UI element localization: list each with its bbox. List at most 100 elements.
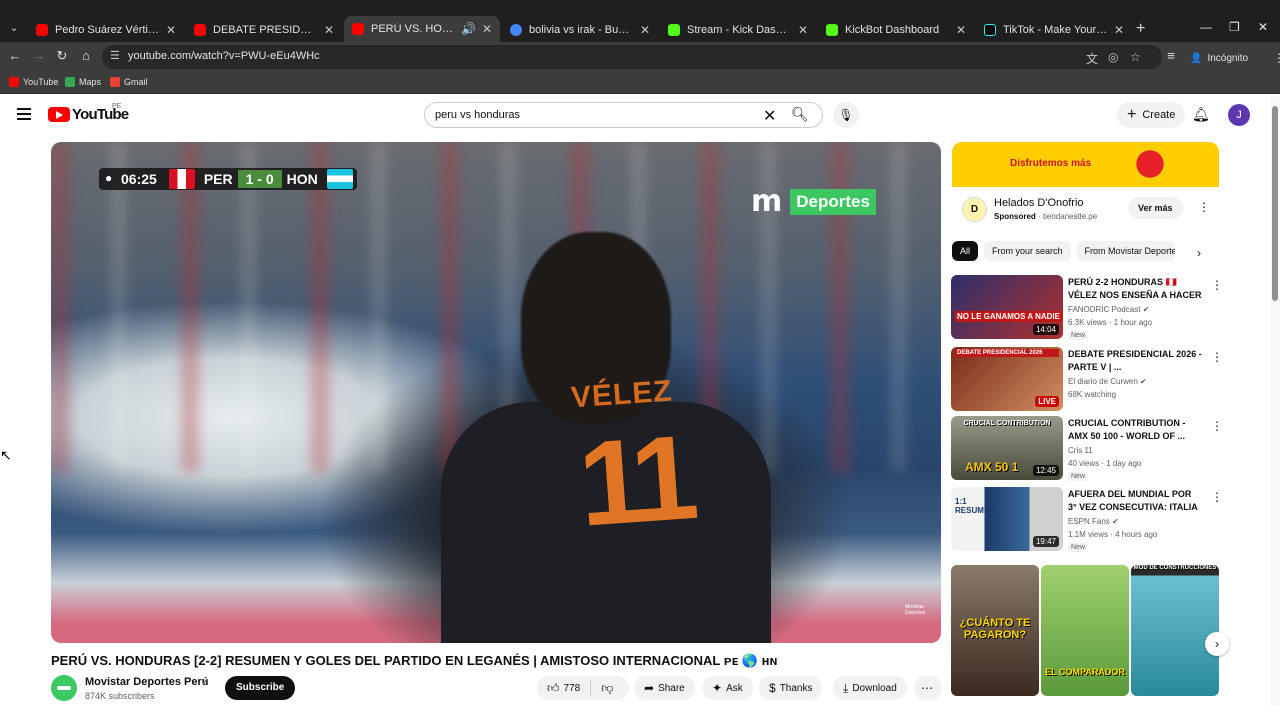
short-item[interactable]: MOD DE CONSTRUCCIONES (1131, 565, 1219, 696)
rec-channel-name: El diario de Curwen (1068, 377, 1138, 386)
youtube-logo[interactable]: YouTube PE (48, 103, 129, 123)
page-scrollbar[interactable] (1270, 96, 1280, 706)
browser-tab[interactable]: Stream - Kick Dashboard ✕ (660, 18, 816, 42)
bookmark-maps[interactable]: Maps (65, 77, 101, 87)
browser-tab[interactable]: bolivia vs irak - Buscar con Goo ✕ (502, 18, 658, 42)
scrollbar-thumb[interactable] (1272, 106, 1278, 301)
ask-button[interactable]: ✦ Ask (702, 676, 753, 700)
browser-tab[interactable]: TikTok - Make Your Day ✕ (976, 18, 1132, 42)
video-player[interactable]: VÉLEZ 11 06:25 PER 1 - 0 HON m Deportes … (51, 142, 941, 643)
search-input[interactable]: peru vs honduras ✕ 🔍︎ (424, 102, 823, 128)
ad-more-icon[interactable]: ⋮ (1198, 200, 1210, 214)
browser-tab[interactable]: Pedro Suárez Vértiz - Cuéntame ✕ (28, 18, 184, 42)
shorts-next-chevron-icon[interactable]: › (1205, 632, 1229, 656)
video-duration: 19:47 (1032, 536, 1059, 547)
share-button[interactable]: ➦ Share (634, 676, 695, 700)
video-thumbnail: NO LE GANAMOS A NADIE 14:04 (951, 275, 1063, 339)
short-caption: MOD DE CONSTRUCCIONES (1133, 565, 1217, 571)
rec-channel: ESPN Fans ✔ (1068, 517, 1119, 526)
channel-name[interactable]: Movistar Deportes Perú (85, 676, 208, 688)
close-tab-icon[interactable]: ✕ (166, 23, 176, 37)
close-tab-icon[interactable]: ✕ (640, 23, 650, 37)
bookmark-gmail[interactable]: Gmail (110, 77, 148, 87)
bookmark-youtube[interactable]: YouTube (9, 77, 58, 87)
browser-tab-active[interactable]: PERÚ VS. HONDURAS [2-2] 🔊 ✕ (344, 16, 500, 42)
bookmarks-bar: YouTube Maps Gmail (0, 72, 1280, 94)
more-vertical-icon[interactable]: ⋮ (1211, 419, 1223, 433)
close-tab-icon[interactable]: ✕ (956, 23, 966, 37)
subscribe-button[interactable]: Subscribe (225, 676, 296, 700)
channel-avatar[interactable] (51, 675, 77, 701)
close-tab-icon[interactable]: ✕ (1114, 23, 1124, 37)
hamburger-menu-icon[interactable] (17, 108, 31, 120)
chip-from-your-search[interactable]: From your search (984, 241, 1071, 261)
recommended-video[interactable]: CRUCIAL CONTRIBUTION AMX 50 1 12:45 CRUC… (951, 416, 1223, 481)
rec-channel-name: ESPN Fans (1068, 517, 1110, 526)
browser-tab[interactable]: DEBATE PRESIDENCIAL 2026 - P ✕ (186, 18, 342, 42)
bookmark-star-icon[interactable]: ☆ (1130, 50, 1141, 64)
video-duration: 12:45 (1032, 465, 1059, 476)
more-vertical-icon[interactable]: ⋮ (1211, 278, 1223, 292)
search-icon[interactable]: 🔍︎ (791, 106, 809, 123)
close-window-icon[interactable]: ✕ (1258, 20, 1268, 34)
rec-title: PERÚ 2-2 HONDURAS 🇵🇪 VÉLEZ NOS ENSEÑA A … (1068, 277, 1202, 300)
restore-icon[interactable]: ❐ (1229, 20, 1240, 34)
account-avatar[interactable]: J (1228, 104, 1250, 126)
chip-from-channel[interactable]: From Movistar Deportes (1076, 241, 1175, 261)
more-horizontal-icon: ⋯ (921, 681, 933, 695)
recommended-video[interactable]: 1:1 RESUMEN 19:47 AFUERA DEL MUNDIAL POR… (951, 487, 1223, 552)
chip-all[interactable]: All (952, 241, 979, 261)
thanks-icon: $ (769, 681, 776, 695)
like-dislike-group: 👍︎ 778 👎︎ (537, 676, 629, 700)
rec-title: AFUERA DEL MUNDIAL POR 3° VEZ CONSECUTIV… (1068, 489, 1198, 512)
browser-menu-icon[interactable]: ⋮ (1273, 51, 1280, 65)
dislike-icon[interactable]: 👎︎ (601, 681, 613, 696)
download-button[interactable]: ⤓ Download (833, 676, 907, 700)
thanks-button[interactable]: $ Thanks (759, 676, 823, 700)
close-tab-icon[interactable]: ✕ (798, 23, 808, 37)
url-field[interactable]: ☰ youtube.com/watch?v=PWU-eEu4WHc 文 ◎ ☆ (102, 45, 1162, 69)
short-item[interactable]: ¿CUÁNTO TE PAGARON? (951, 565, 1039, 696)
tab-search-icon[interactable]: ⌄ (6, 20, 22, 36)
translate-icon[interactable]: 文 (1086, 50, 1098, 67)
notifications-bell-icon[interactable]: 🔔︎ (1192, 106, 1210, 123)
more-vertical-icon[interactable]: ⋮ (1211, 490, 1223, 504)
home-icon[interactable]: ⌂ (77, 48, 95, 63)
rec-channel: El diario de Curwen ✔ (1068, 377, 1147, 386)
rec-meta: 40 views · 1 day ago (1068, 459, 1142, 468)
home-team: PER (203, 171, 233, 187)
recommended-video[interactable]: NO LE GANAMOS A NADIE 14:04 PERÚ 2-2 HON… (951, 275, 1223, 340)
clear-search-icon[interactable]: ✕ (763, 106, 776, 126)
incognito-indicator[interactable]: 👤 Incógnito ⋮ (1190, 51, 1280, 65)
peru-flag-icon (168, 169, 195, 189)
voice-search-icon[interactable]: 🎙︎ (833, 102, 859, 128)
forward-icon[interactable]: → (30, 48, 48, 63)
match-score: 1 - 0 (237, 170, 282, 188)
audio-icon[interactable]: 🔊 (461, 22, 476, 36)
create-button[interactable]: + Create (1117, 102, 1186, 128)
minimize-icon[interactable]: — (1200, 20, 1212, 34)
rec-channel-name: FANODRIC Podcast (1068, 305, 1141, 314)
reload-icon[interactable]: ↻ (53, 48, 71, 64)
chevron-right-icon[interactable]: › (1197, 246, 1201, 260)
browser-tab-bar: ⌄ Pedro Suárez Vértiz - Cuéntame ✕ DEBAT… (0, 0, 1280, 42)
recommended-video[interactable]: DEBATE PRESIDENCIAL 2026 LIVE DEBATE PRE… (951, 347, 1223, 411)
ad-card[interactable]: D Helados D'Onofrio Sponsored · tiendane… (952, 187, 1219, 231)
thanks-label: Thanks (779, 682, 813, 694)
more-actions-button[interactable]: ⋯ (914, 676, 942, 700)
tab-search-list-icon[interactable]: ≡ (1162, 48, 1180, 63)
more-vertical-icon[interactable]: ⋮ (1211, 350, 1223, 364)
eye-off-icon[interactable]: ◎ (1108, 50, 1118, 64)
short-item[interactable]: EL COMPARADOR (1041, 565, 1129, 696)
close-tab-icon[interactable]: ✕ (324, 23, 334, 37)
ad-cta-button[interactable]: Ver más (1128, 197, 1183, 219)
close-tab-icon[interactable]: ✕ (482, 22, 492, 36)
ad-banner[interactable]: Disfrutemos más (952, 142, 1219, 187)
like-icon[interactable]: 👍︎ (547, 681, 560, 696)
new-tab-button[interactable]: + (1136, 20, 1145, 38)
back-icon[interactable]: ← (6, 48, 24, 63)
browser-tab[interactable]: KickBot Dashboard ✕ (818, 18, 974, 42)
video-thumbnail: CRUCIAL CONTRIBUTION AMX 50 1 12:45 (951, 416, 1063, 480)
site-info-icon[interactable]: ☰ (110, 49, 120, 62)
like-count[interactable]: 778 (564, 683, 581, 694)
